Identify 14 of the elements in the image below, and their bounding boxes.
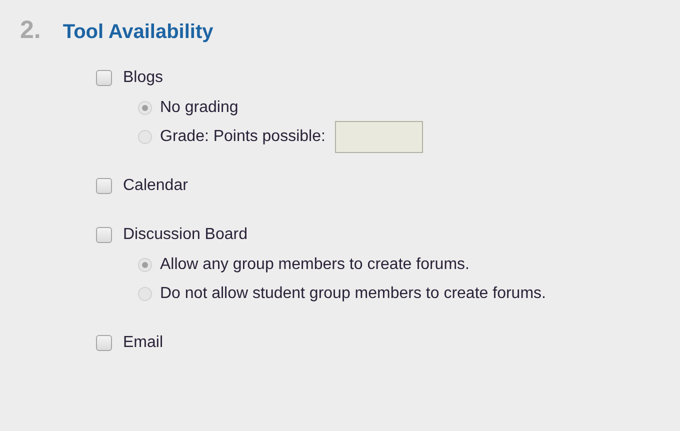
radio-label: Allow any group members to create forums. bbox=[160, 256, 470, 274]
radio-label: No grading bbox=[160, 99, 238, 117]
checkbox[interactable] bbox=[96, 335, 112, 351]
checkbox[interactable] bbox=[96, 227, 112, 243]
section-number: 2. bbox=[20, 16, 41, 45]
checkbox-label: Calendar bbox=[123, 177, 188, 195]
checkbox[interactable] bbox=[96, 178, 112, 194]
radio-label: Do not allow student group members to create forums. bbox=[160, 285, 546, 303]
checkbox-label: Discussion Board bbox=[123, 226, 248, 244]
radio-label: Grade: Points possible: bbox=[160, 128, 326, 146]
checkbox-label: Blogs bbox=[123, 69, 164, 87]
section-title: Tool Availability bbox=[62, 21, 214, 44]
checkbox[interactable] bbox=[96, 70, 112, 86]
checkbox-label: Email bbox=[123, 334, 164, 352]
